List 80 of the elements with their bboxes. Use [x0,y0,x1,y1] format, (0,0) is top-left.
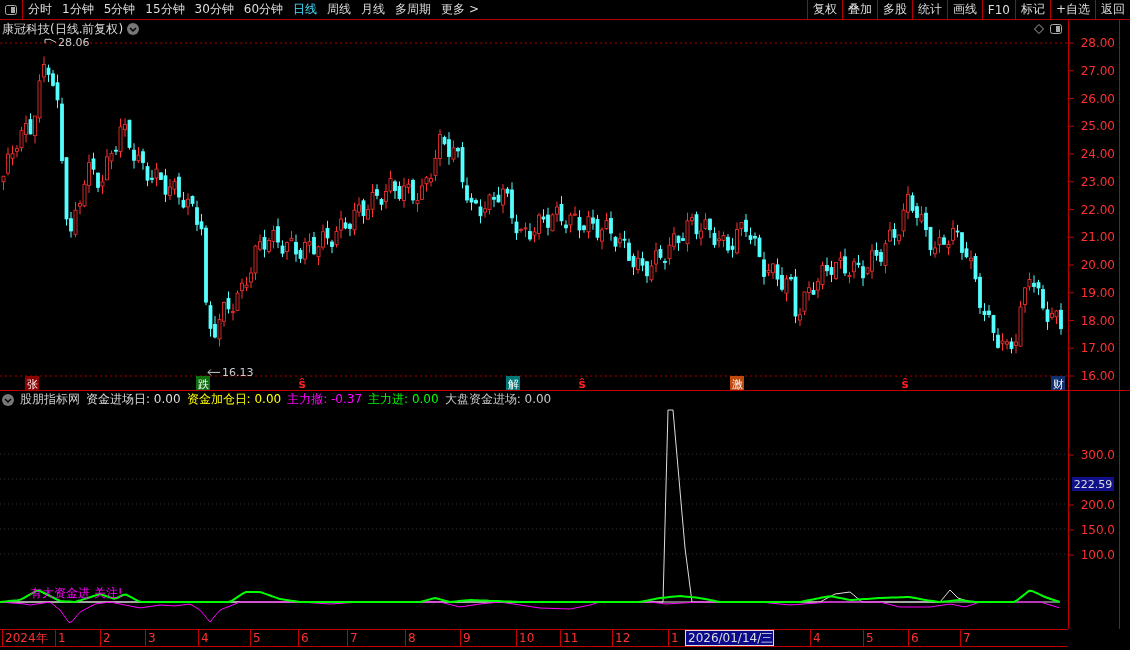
time-label: 1 [668,630,679,646]
indicator-name: 股朋指标网 [20,391,80,408]
time-label: 7 [347,630,358,646]
axis-label: 21.00 [1080,230,1115,245]
axis-label: 25.00 [1080,119,1115,134]
indicator-readout: 资金进场日: 0.00 [86,391,181,408]
axis-label: 27.00 [1080,63,1115,78]
arrow-icon [207,368,221,376]
indicator-readout: 主力撤: -0.37 [287,391,363,408]
axis-label: 22.00 [1080,202,1115,217]
panel-toggle-icon[interactable] [5,4,17,15]
axis-label: 100.0 [1080,548,1115,562]
time-label: 12 [612,630,631,646]
axis-label: 28.00 [1080,36,1115,50]
period-tab[interactable]: 60分钟 [238,0,289,19]
axis-label: 23.00 [1080,174,1115,189]
axis-label: 150.0 [1080,523,1115,537]
indicator-readout: 资金加仓日: 0.00 [186,391,282,408]
axis-label: 300.0 [1080,448,1115,462]
indicator-readout: 主力进: 0.00 [368,391,439,408]
price-label: 28.06 [58,38,90,50]
signal-mark: ŝ [578,377,586,390]
time-label: 4 [198,630,209,646]
time-label: 8 [405,630,416,646]
time-label: 2024年 [2,630,48,646]
time-label: 6 [908,630,919,646]
period-tab[interactable]: 15分钟 [140,0,190,19]
collapse-icon[interactable] [2,393,14,406]
toolbar-button[interactable]: 多股 [876,0,912,19]
toolbar-button[interactable]: 画线 [946,0,982,19]
signal-tag: 财 [1051,376,1065,390]
signal-tag: 激 [730,376,744,390]
time-label: 7 [960,630,971,646]
axis-label: 200.0 [1080,498,1115,512]
toolbar-button[interactable]: +自选 [1049,0,1095,19]
period-tab[interactable]: 5分钟 [98,0,141,19]
signal-tag: 跌 [196,376,210,390]
axis-label: 19.00 [1080,285,1115,300]
signal-mark: ŝ [901,377,909,390]
price-label: 16.13 [222,366,254,380]
toolbar-button[interactable]: F10 [981,0,1015,19]
time-label: 2 [100,630,111,646]
period-tab[interactable]: 分时 [23,0,57,19]
time-label: 4 [810,630,821,646]
time-label: 1 [55,630,66,646]
toolbar-button[interactable]: 叠加 [841,0,877,19]
axis-label: 18.00 [1080,313,1115,328]
period-tab[interactable]: 更多 > [436,0,484,19]
period-tab[interactable]: 周线 [322,0,357,19]
period-tab[interactable]: 月线 [356,0,391,19]
time-label: 3 [145,630,156,646]
chart-title: 康冠科技(日线.前复权) [2,20,124,38]
signal-mark: ŝ [298,377,306,390]
axis-label: 26.00 [1080,91,1115,106]
dropdown-icon[interactable] [127,23,140,35]
time-label: 5 [863,630,874,646]
time-label: 10 [516,630,535,646]
indicator-readout: 大盘资金进场: 0.00 [444,391,552,408]
time-label: 9 [460,630,471,646]
signal-tag: 张 [25,376,39,390]
time-label: 6 [298,630,309,646]
toolbar-button[interactable]: 返回 [1095,0,1130,19]
panel-toggle-icon[interactable] [1050,24,1062,34]
time-label: 5 [250,630,261,646]
toolbar-button[interactable]: 统计 [911,0,947,19]
time-label: 11 [560,630,579,646]
axis-label: 16.00 [1080,369,1115,383]
axis-label: 17.00 [1080,341,1115,356]
value-badge: 222.59 [1072,477,1114,491]
period-tab[interactable]: 30分钟 [189,0,239,19]
axis-label: 20.00 [1080,258,1115,272]
toolbar-button[interactable]: 复权 [806,0,842,19]
toolbar-button[interactable]: 标记 [1014,0,1050,19]
cursor-date: 2026/01/14/三 [685,630,775,646]
period-tab[interactable]: 1分钟 [57,0,99,19]
period-tab[interactable]: 日线 [288,0,323,19]
diamond-icon[interactable] [1034,24,1044,34]
signal-tag: 解 [506,376,520,390]
period-tab[interactable]: 多周期 [390,0,437,19]
axis-label: 24.00 [1080,147,1115,161]
